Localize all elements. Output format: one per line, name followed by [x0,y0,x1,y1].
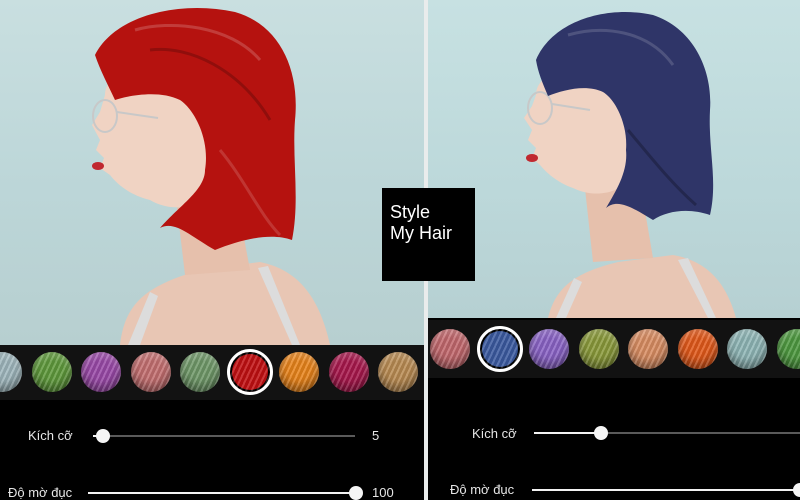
size-slider-label: Kích cỡ [472,426,517,441]
opacity-slider-fill [532,489,800,491]
opacity-slider-thumb[interactable] [793,483,800,497]
opacity-slider-value: 100 [372,485,394,500]
color-swatch-rose[interactable] [130,352,171,392]
right-photo-preview [428,0,800,318]
opacity-slider-label: Độ mờ đục [450,482,515,497]
color-swatch-crimson[interactable] [328,352,369,392]
color-swatch-violet[interactable] [529,329,569,369]
color-swatch-orange[interactable] [279,352,319,392]
color-swatch-green[interactable] [776,329,800,369]
color-swatch-rose[interactable] [430,329,470,369]
opacity-slider-fill [88,492,356,494]
right-editor-panel: Kích cỡ Độ mờ đục [428,0,800,500]
size-slider-fill [534,432,601,434]
size-slider-track[interactable] [93,435,355,437]
color-swatch-navy[interactable] [476,326,523,372]
opacity-slider-thumb[interactable] [349,486,363,500]
color-swatch-light-blue[interactable] [0,352,22,392]
size-slider-label: Kích cỡ [28,428,73,443]
style-my-hair-logo: Style My Hair [382,188,475,281]
left-editor-panel: Kích cỡ 5 Độ mờ đục 100 [0,0,424,500]
size-slider-thumb[interactable] [593,426,608,440]
color-swatch-olive[interactable] [578,329,619,369]
color-swatch-purple[interactable] [81,352,121,392]
logo-line-1: Style [390,202,431,222]
right-color-swatch-strip [428,320,800,378]
left-photo-preview [0,0,424,345]
size-slider-value: 5 [372,428,380,443]
color-swatch-peach[interactable] [628,329,668,369]
left-color-swatch-strip [0,345,424,400]
color-swatch-gold[interactable] [378,352,418,392]
color-swatch-orange-red[interactable] [677,329,718,369]
logo-line-2: My Hair [390,223,452,243]
color-swatch-green[interactable] [31,352,72,392]
opacity-slider-label: Độ mờ đục [8,485,73,500]
right-portrait-image [524,12,736,318]
size-slider-thumb[interactable] [96,429,111,443]
color-swatch-sage[interactable] [180,352,220,392]
color-swatch-light-teal[interactable] [727,329,767,369]
left-portrait-image [92,7,330,345]
color-swatch-red[interactable] [226,349,273,395]
